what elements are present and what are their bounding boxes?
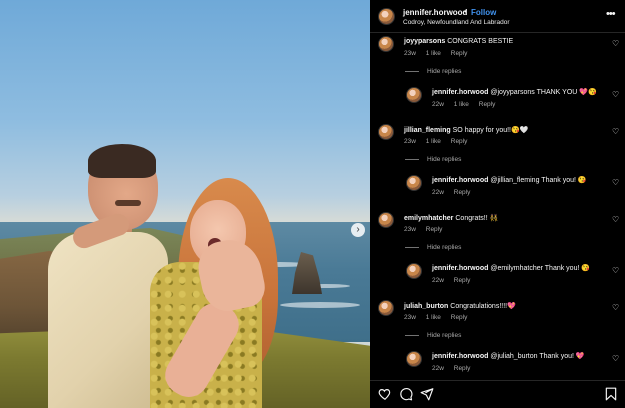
reply-body: jennifer.horwood @juliah_burton Thank yo…: [432, 352, 585, 360]
action-bar: [370, 380, 625, 408]
hide-replies-button[interactable]: Hide replies: [427, 156, 461, 163]
post-location[interactable]: Codroy, Newfoundland And Labrador: [403, 19, 509, 26]
divider: [405, 335, 419, 336]
heart-icon[interactable]: ♡: [612, 267, 619, 275]
comment-age: 23w: [404, 314, 416, 321]
comment-username[interactable]: emilymhatcher: [404, 215, 453, 222]
avatar[interactable]: [378, 36, 394, 52]
reply-age: 22w: [432, 101, 444, 108]
reply-username[interactable]: jennifer.horwood: [432, 265, 488, 272]
divider: [405, 71, 419, 72]
comment-body: jillian_fleming SO happy for you!!😘🤍: [404, 126, 528, 134]
reply-age: 22w: [432, 189, 444, 196]
reply-age: 22w: [432, 365, 444, 372]
comment-body: juliah_burton Congratulations!!!!💖: [404, 302, 516, 310]
comment-text: CONGRATS BESTIE: [447, 38, 514, 45]
chevron-right-icon[interactable]: ›: [351, 223, 365, 237]
reply-meta: 22w 1 like Reply: [432, 101, 503, 108]
reply-body: jennifer.horwood @jillian_fleming Thank …: [432, 176, 587, 184]
reply-button[interactable]: Reply: [454, 189, 471, 196]
avatar[interactable]: [378, 212, 394, 228]
reply-likes[interactable]: 1 like: [454, 101, 469, 108]
comment-text: SO happy for you!!😘🤍: [452, 127, 529, 134]
separator-dot: •: [464, 7, 467, 16]
avatar[interactable]: [406, 175, 422, 191]
comment-age: 23w: [404, 226, 416, 233]
post-header: jennifer.horwood • Follow Codroy, Newfou…: [370, 0, 625, 33]
man-hair: [88, 144, 156, 178]
more-horizontal-icon[interactable]: •••: [606, 8, 616, 20]
man-mustache: [115, 200, 141, 206]
heart-icon[interactable]: [378, 387, 392, 401]
reply-age: 22w: [432, 277, 444, 284]
reply-text: @emilymhatcher Thank you! 😘: [490, 265, 591, 272]
comment-likes[interactable]: 1 like: [426, 50, 441, 57]
comment-text: Congrats!! 👯‍♀️: [455, 215, 499, 222]
reply-button[interactable]: Reply: [479, 101, 496, 108]
reply-username[interactable]: jennifer.horwood: [432, 353, 488, 360]
reply-meta: 22w Reply: [432, 277, 478, 284]
reply-button[interactable]: Reply: [454, 277, 471, 284]
reply-body: jennifer.horwood @emilymhatcher Thank yo…: [432, 264, 590, 272]
comment-meta: 23w 1 like Reply: [404, 138, 475, 145]
reply-meta: 22w Reply: [432, 365, 478, 372]
heart-icon[interactable]: ♡: [612, 179, 619, 187]
comment-body: joyyparsons CONGRATS BESTIE: [404, 38, 513, 45]
comment-username[interactable]: juliah_burton: [404, 303, 448, 310]
reply-text: @joyyparsons THANK YOU 💖😘: [490, 89, 597, 96]
comment-likes[interactable]: 1 like: [426, 314, 441, 321]
heart-icon[interactable]: ♡: [612, 304, 619, 312]
avatar[interactable]: [406, 87, 422, 103]
heart-icon[interactable]: ♡: [612, 40, 619, 48]
reply-meta: 22w Reply: [432, 189, 478, 196]
comment-text: Congratulations!!!!💖: [450, 303, 516, 310]
reply-username[interactable]: jennifer.horwood: [432, 89, 488, 96]
divider: [405, 159, 419, 160]
comment-age: 23w: [404, 50, 416, 57]
reply-button[interactable]: Reply: [451, 314, 468, 321]
avatar[interactable]: [406, 263, 422, 279]
send-icon[interactable]: [420, 387, 434, 401]
heart-icon[interactable]: ♡: [612, 216, 619, 224]
comment-body: emilymhatcher Congrats!! 👯‍♀️: [404, 214, 498, 222]
comment-username[interactable]: joyyparsons: [404, 38, 445, 45]
comment-meta: 23w Reply: [404, 226, 450, 233]
comments-panel: jennifer.horwood • Follow Codroy, Newfou…: [370, 0, 625, 408]
bookmark-icon[interactable]: [604, 387, 618, 401]
reply-username[interactable]: jennifer.horwood: [432, 177, 488, 184]
divider: [405, 247, 419, 248]
reply-button[interactable]: Reply: [454, 365, 471, 372]
reply-button[interactable]: Reply: [451, 50, 468, 57]
follow-button[interactable]: Follow: [471, 8, 496, 17]
hide-replies-button[interactable]: Hide replies: [427, 244, 461, 251]
heart-icon[interactable]: ♡: [612, 91, 619, 99]
avatar[interactable]: [378, 8, 395, 25]
comment-username[interactable]: jillian_fleming: [404, 127, 451, 134]
reply-text: @juliah_burton Thank you! 💖: [490, 353, 585, 360]
reply-body: jennifer.horwood @joyyparsons THANK YOU …: [432, 88, 597, 96]
comment-icon[interactable]: [399, 387, 413, 401]
avatar[interactable]: [378, 300, 394, 316]
comment-likes[interactable]: 1 like: [426, 138, 441, 145]
reply-text: @jillian_fleming Thank you! 😘: [490, 177, 587, 184]
reply-button[interactable]: Reply: [426, 226, 443, 233]
hide-replies-button[interactable]: Hide replies: [427, 68, 461, 75]
reply-button[interactable]: Reply: [451, 138, 468, 145]
sea-foam: [280, 302, 360, 308]
heart-icon[interactable]: ♡: [612, 128, 619, 136]
comment-meta: 23w 1 like Reply: [404, 50, 475, 57]
hide-replies-button[interactable]: Hide replies: [427, 332, 461, 339]
comment-age: 23w: [404, 138, 416, 145]
comment-meta: 23w 1 like Reply: [404, 314, 475, 321]
heart-icon[interactable]: ♡: [612, 355, 619, 363]
post-photo[interactable]: ›: [0, 0, 370, 408]
avatar[interactable]: [406, 351, 422, 367]
post-username[interactable]: jennifer.horwood: [403, 8, 467, 17]
avatar[interactable]: [378, 124, 394, 140]
